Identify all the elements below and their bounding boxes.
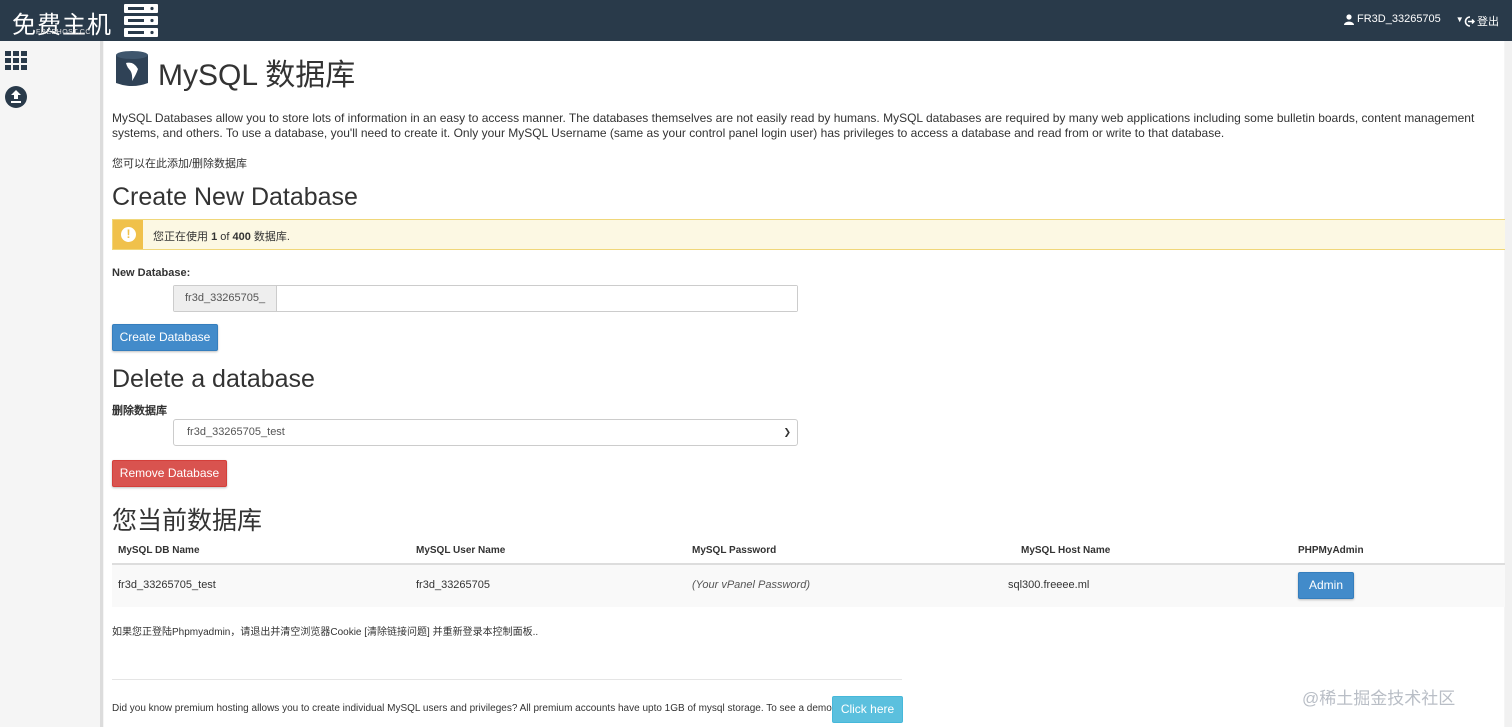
remove-database-button[interactable]: Remove Database: [112, 460, 227, 487]
table-row: fr3d_33265705_test fr3d_33265705 (Your v…: [112, 565, 1506, 607]
grid-icon[interactable]: [5, 49, 27, 71]
logout-label: 登出: [1477, 16, 1499, 28]
user-icon: [1344, 13, 1354, 25]
host-cell: sql300.freeee.ml: [1008, 579, 1090, 591]
logout-icon: [1464, 15, 1475, 27]
phpmyadmin-note: 如果您正登陆Phpmyadmin，请退出并清空浏览器Cookie [清除链接问题…: [112, 627, 539, 638]
chevron-down-icon: ❯: [783, 427, 791, 437]
page-title: MySQL 数据库: [158, 59, 356, 92]
usage-text: 您正在使用 1 of 400 数据库.: [153, 231, 290, 243]
current-databases-heading: 您当前数据库: [112, 507, 263, 535]
upload-icon[interactable]: [5, 86, 27, 108]
user-menu[interactable]: FR3D_33265705 ▼: [1344, 13, 1464, 25]
delete-database-label: 删除数据库: [112, 405, 167, 417]
scrollbar[interactable]: [1505, 41, 1512, 727]
table-header: MySQL DB Name MySQL User Name MySQL Pass…: [112, 536, 1506, 565]
column-host-name: MySQL Host Name: [1021, 545, 1111, 556]
selected-database: fr3d_33265705_test: [187, 426, 285, 438]
exclamation-icon: !: [121, 227, 136, 242]
username-label: FR3D_33265705: [1357, 13, 1441, 25]
column-db-name: MySQL DB Name: [118, 545, 200, 556]
logo[interactable]: 免费主机 FREEHOST.CC: [10, 2, 160, 40]
column-phpmyadmin: PHPMyAdmin: [1298, 545, 1364, 556]
new-database-input[interactable]: [277, 286, 797, 311]
create-section-heading: Create New Database: [112, 183, 358, 211]
usage-alert: ! 您正在使用 1 of 400 数据库.: [112, 219, 1506, 250]
chevron-down-icon: ▼: [1455, 14, 1464, 24]
mysql-dolphin-icon: [116, 51, 148, 86]
admin-button[interactable]: Admin: [1298, 572, 1354, 599]
top-bar: 免费主机 FREEHOST.CC FR3D_33265705 ▼ 登出: [0, 0, 1512, 41]
page-note: 您可以在此添加/删除数据库: [112, 158, 248, 170]
logo-subtext: FREEHOST.CC: [36, 29, 91, 36]
new-database-input-group: fr3d_33265705_: [173, 285, 798, 312]
logout-button[interactable]: 登出: [1464, 13, 1499, 29]
premium-promo-text: Did you know premium hosting allows you …: [112, 703, 835, 714]
page-description: MySQL Databases allow you to store lots …: [112, 111, 1475, 140]
usage-limit: 400: [232, 231, 251, 243]
db-name-cell: fr3d_33265705_test: [118, 579, 216, 591]
delete-database-select[interactable]: fr3d_33265705_test ❯: [173, 419, 798, 446]
user-name-cell: fr3d_33265705: [416, 579, 491, 591]
divider: [112, 679, 902, 680]
sidebar: [0, 41, 103, 727]
db-prefix: fr3d_33265705_: [174, 286, 277, 311]
main-content: MySQL 数据库 MySQL Databases allow you to s…: [104, 41, 1506, 727]
column-user-name: MySQL User Name: [416, 545, 506, 556]
watermark: @稀土掘金技术社区: [1302, 689, 1456, 708]
create-database-button[interactable]: Create Database: [112, 324, 218, 351]
click-here-button[interactable]: Click here: [832, 696, 903, 723]
databases-table: MySQL DB Name MySQL User Name MySQL Pass…: [112, 536, 1506, 607]
delete-section-heading: Delete a database: [112, 365, 315, 393]
usage-count: 1: [211, 231, 218, 243]
server-icon: [124, 4, 158, 37]
new-database-label: New Database:: [112, 267, 191, 279]
password-cell: (Your vPanel Password): [692, 579, 810, 591]
column-password: MySQL Password: [692, 545, 777, 556]
